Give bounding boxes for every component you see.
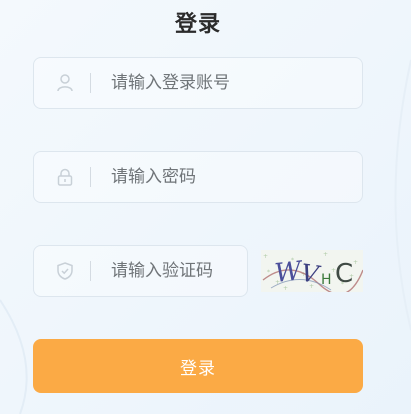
svg-text:+: +: [323, 251, 328, 258]
captcha-image[interactable]: + + * + + * + * + + + + W V H C: [261, 250, 363, 292]
lock-icon: [56, 168, 74, 186]
captcha-char: H: [321, 272, 332, 288]
login-panel: 登录 请输入登录账号 请输入验证码 + + * + + * + * + + + …: [0, 0, 411, 414]
captcha-char: C: [335, 259, 353, 289]
account-input[interactable]: [111, 73, 362, 93]
shield-icon: [56, 262, 74, 280]
password-input[interactable]: [111, 167, 362, 187]
user-icon: [56, 74, 74, 92]
password-field[interactable]: [33, 151, 363, 203]
account-field[interactable]: [33, 57, 363, 109]
field-divider: [90, 167, 91, 187]
login-button[interactable]: 登录: [33, 339, 363, 393]
svg-text:+: +: [263, 253, 268, 260]
field-divider: [90, 261, 91, 281]
page-title: 登录: [174, 12, 221, 37]
captcha-field[interactable]: [33, 245, 248, 297]
field-divider: [90, 73, 91, 93]
svg-text:+: +: [353, 259, 358, 266]
captcha-input[interactable]: [111, 261, 247, 281]
